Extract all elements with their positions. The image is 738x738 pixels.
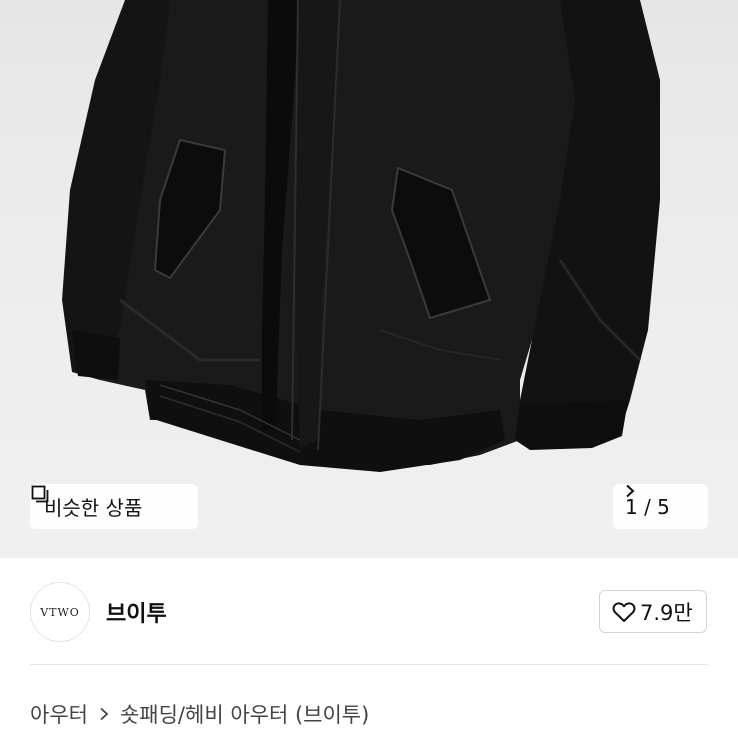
- copy-icon: [31, 485, 49, 503]
- similar-products-label: 비슷한 상품: [44, 496, 143, 520]
- page-indicator: 1 / 5: [625, 494, 670, 519]
- chevron-right-icon: [626, 484, 635, 498]
- breadcrumb-item-category[interactable]: 숏패딩/헤비 아우터 (브이투): [120, 699, 369, 729]
- image-pager-button[interactable]: 1 / 5: [613, 484, 708, 529]
- seller-name[interactable]: 브이투: [106, 596, 167, 628]
- heart-outline-icon: [612, 601, 636, 622]
- like-count: 7.9만: [640, 600, 693, 625]
- similar-products-button[interactable]: 비슷한 상품: [30, 484, 198, 529]
- divider: [30, 664, 708, 665]
- breadcrumb: 아우터 숏패딩/헤비 아우터 (브이투): [30, 699, 369, 729]
- like-button[interactable]: 7.9만: [599, 590, 707, 633]
- chevron-right-icon: [100, 707, 109, 721]
- breadcrumb-item-outer[interactable]: 아우터: [30, 699, 88, 729]
- product-photo-black-jacket: [62, 0, 660, 472]
- product-image-carousel[interactable]: 비슷한 상품 1 / 5: [0, 0, 738, 558]
- seller-row: VTWO 브이투 7.9만: [0, 558, 738, 666]
- brand-logo[interactable]: VTWO: [30, 582, 90, 642]
- brand-logo-text: VTWO: [40, 605, 80, 619]
